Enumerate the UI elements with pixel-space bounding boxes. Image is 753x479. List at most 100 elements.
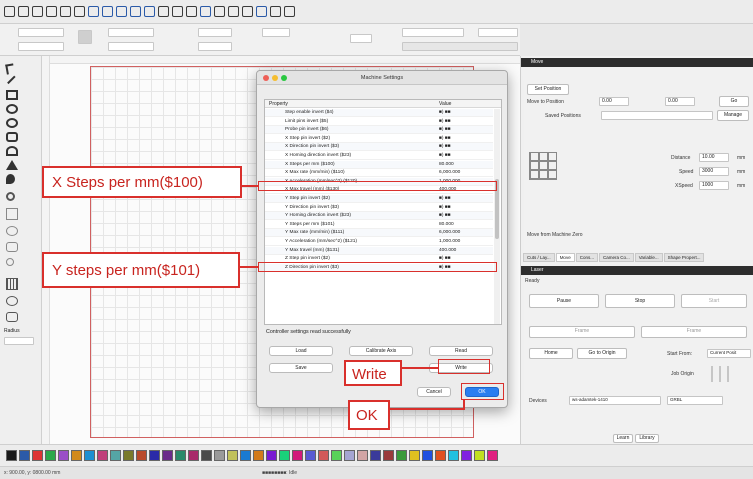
row-value[interactable]: ■) ■■ [439,136,451,141]
color-swatch[interactable] [6,450,17,461]
circle-tool-icon[interactable] [6,296,18,306]
xyspeed-input[interactable]: 1000 [699,181,729,190]
table-row[interactable]: X Step pin invert ($2) ■) ■■ [265,135,493,143]
measure-tool-icon[interactable] [6,192,15,201]
color-swatch[interactable] [45,450,56,461]
height-select[interactable] [478,28,518,37]
save-icon[interactable] [32,6,43,17]
cancel-button[interactable]: Cancel [417,387,451,397]
width-field[interactable] [108,28,154,37]
row-value[interactable]: ■) ■■ [439,110,451,115]
zoom-out-icon[interactable] [116,6,127,17]
move-from-zero-checkbox[interactable]: Move from Machine Zero [527,232,583,238]
tab-console[interactable]: Cons... [575,253,598,262]
table-row[interactable]: Probe pin invert ($6) ■) ■■ [265,126,493,135]
device-select[interactable]: ws-adamtek-1410 [569,396,661,405]
group-icon[interactable] [242,6,253,17]
circle-array-icon[interactable] [6,226,18,236]
table-row[interactable]: Y Max travel (mm) ($131) 400.000 [265,246,493,255]
row-value[interactable]: ■) ■■ [439,196,451,201]
table-scrollbar[interactable] [494,109,500,324]
array-icon[interactable] [284,6,295,17]
table-row[interactable]: Limit pins invert ($5) ■) ■■ [265,118,493,126]
undo-icon[interactable] [46,6,57,17]
color-swatch[interactable] [253,450,264,461]
align-icon[interactable] [200,6,211,17]
table-row[interactable]: Y Direction pin invert ($3) ■) ■■ [265,204,493,212]
apply-button[interactable] [350,34,372,43]
lock-icon[interactable] [78,30,92,44]
color-swatch[interactable] [396,450,407,461]
row-value[interactable]: ■) ■■ [439,119,451,124]
color-swatch[interactable] [383,450,394,461]
monitor-icon[interactable] [158,6,169,17]
frame-round-button[interactable]: Frame [641,326,747,338]
table-row[interactable]: X Max rate (mm/min) ($110) 6,000.000 [265,169,493,178]
color-swatch[interactable] [97,450,108,461]
position-laser-icon[interactable] [6,174,15,184]
row-value[interactable]: 400.000 [439,248,456,253]
scale-x-field[interactable] [198,28,232,37]
distance-input[interactable]: 10.00 [699,153,729,162]
color-swatch[interactable] [422,450,433,461]
text-options[interactable] [402,42,518,51]
tab-camera[interactable]: Camera Co... [598,253,634,262]
row-value[interactable]: 6,000.000 [439,230,460,235]
offset-tool-icon[interactable] [6,146,18,156]
color-swatch[interactable] [344,450,355,461]
tab-shape-properties[interactable]: Shape Propert... [663,253,705,262]
font-select[interactable] [402,28,464,37]
table-row[interactable]: Y Acceleration (mm/sec^2) ($121) 1,000.00… [265,238,493,246]
tool-icon[interactable] [74,6,85,17]
move-icon[interactable] [88,6,99,17]
color-swatch[interactable] [331,450,342,461]
color-swatch[interactable] [305,450,316,461]
table-row[interactable]: Step enable invert ($4) ■) ■■ [265,109,493,117]
color-swatch[interactable] [136,450,147,461]
height-field[interactable] [108,42,154,51]
color-swatch[interactable] [435,450,446,461]
trace-tool-icon[interactable] [6,160,18,170]
row-value[interactable]: 80.000 [439,162,454,167]
color-swatch[interactable] [58,450,69,461]
row-value[interactable]: ■) ■■ [439,256,451,261]
row-value[interactable]: ■) ■■ [439,205,451,210]
home-button[interactable]: Home [529,348,573,359]
ellipse-tool-icon[interactable] [6,104,18,114]
color-swatch[interactable] [201,450,212,461]
color-swatch[interactable] [318,450,329,461]
zoom-fit-icon[interactable] [130,6,141,17]
color-swatch[interactable] [409,450,420,461]
library-tab[interactable]: Library [635,434,659,443]
pen-tool-icon[interactable] [6,74,16,85]
frame-icon[interactable] [144,6,155,17]
row-value[interactable]: ■) ■■ [439,153,451,158]
table-row[interactable]: Y Steps per mm ($101) 80.000 [265,221,493,229]
x-position-field[interactable] [18,28,64,37]
frame-button[interactable]: Frame [529,326,635,338]
settings-icon[interactable] [60,6,71,17]
table-row[interactable]: X Steps per mm ($100) 80.000 [265,160,493,169]
color-swatch[interactable] [162,450,173,461]
distribute-icon[interactable] [214,6,225,17]
grid-icon[interactable] [270,6,281,17]
jog-arrows-icon[interactable] [529,152,557,180]
corner-tool-icon[interactable] [6,312,18,322]
read-button[interactable]: Read [429,346,493,356]
table-row[interactable]: Y Homing direction invert ($23) ■) ■■ [265,212,493,221]
color-swatch[interactable] [188,450,199,461]
speed-input[interactable]: 3000 [699,167,729,176]
table-row[interactable]: Y Max rate (mm/min) ($111) 6,000.000 [265,229,493,238]
save-button[interactable]: Save [269,363,333,373]
color-swatch[interactable] [32,450,43,461]
row-value[interactable]: ■) ■■ [439,213,451,218]
scale-y-field[interactable] [198,42,232,51]
color-swatch[interactable] [240,450,251,461]
color-swatch[interactable] [110,450,121,461]
select-tool-icon[interactable] [5,63,15,75]
tab-variable[interactable]: Variable... [634,253,663,262]
color-swatch[interactable] [279,450,290,461]
x-position-input[interactable]: 0.00 [599,97,629,106]
device-mode[interactable]: GRBL [667,396,723,405]
color-swatch[interactable] [370,450,381,461]
